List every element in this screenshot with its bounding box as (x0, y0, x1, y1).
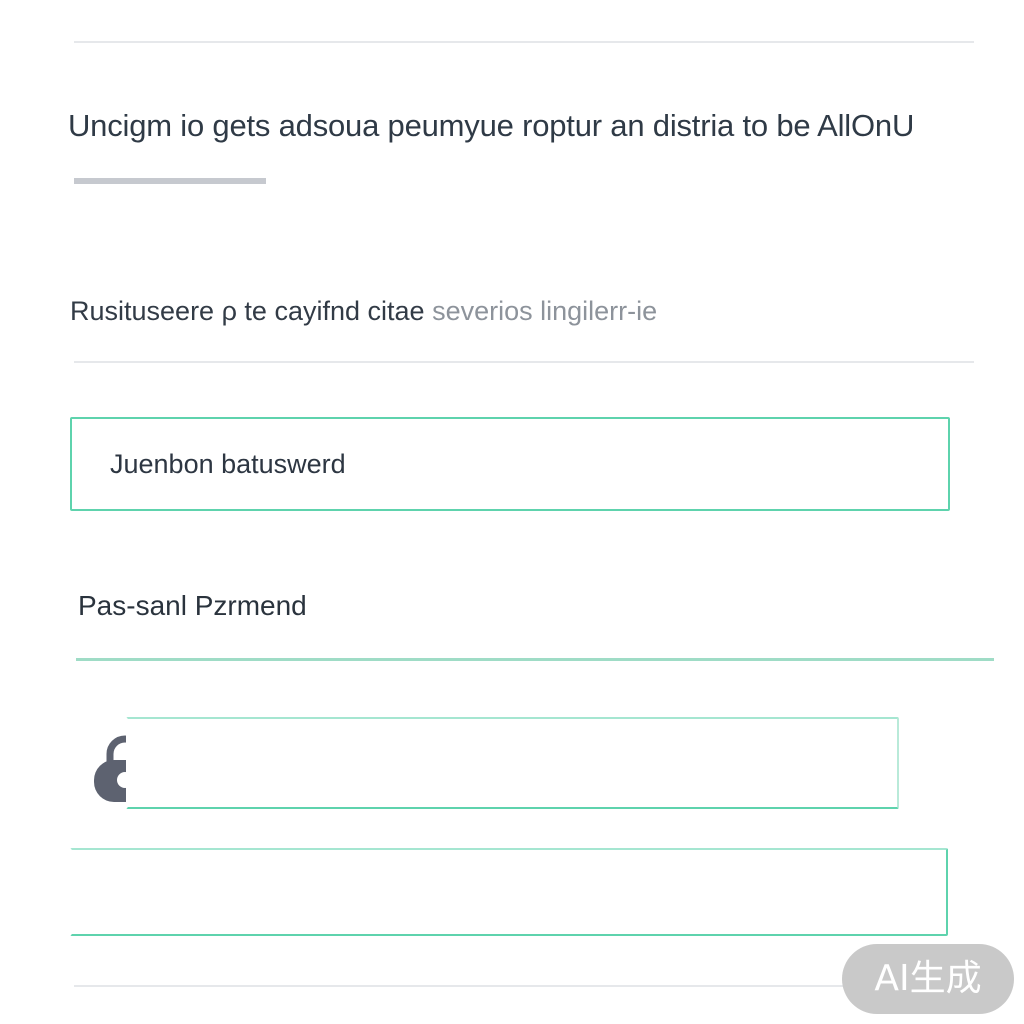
page: Uncigm io gets adsoua peumyue roptur an … (0, 0, 1024, 1024)
page-title: Uncigm io gets adsoua peumyue roptur an … (68, 108, 915, 143)
confirm-password-input[interactable] (72, 850, 946, 934)
description-faded-text: severios lingilerr-ie (432, 296, 658, 326)
password-field[interactable] (126, 717, 899, 809)
password-label: Pas-sanl Pzrmend (78, 590, 307, 621)
description-text: Rusituseere ρ te cayifnd citae (70, 296, 425, 326)
ai-generated-badge: AI生成 (842, 944, 1014, 1014)
username-field[interactable] (70, 417, 950, 511)
username-input[interactable] (72, 419, 948, 509)
title-underline (74, 178, 266, 184)
description: Rusituseere ρ te cayifnd citae severios … (70, 296, 657, 327)
top-divider (74, 41, 974, 43)
password-label-underline (76, 658, 994, 661)
password-input[interactable] (128, 719, 897, 807)
confirm-password-field[interactable] (70, 848, 948, 936)
bottom-divider (74, 985, 844, 987)
section-divider (74, 361, 974, 363)
